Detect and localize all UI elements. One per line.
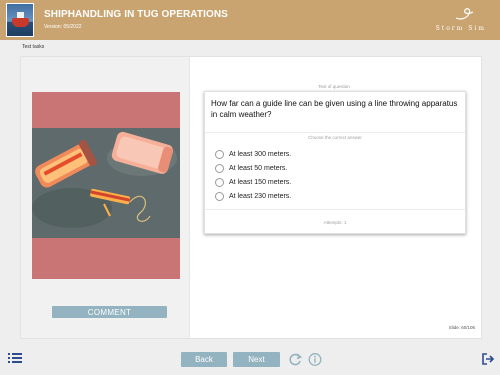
back-button[interactable]: Back xyxy=(181,352,227,367)
answer-option-4[interactable]: At least 230 meters. xyxy=(215,191,291,201)
line-throwing-apparatus-photo xyxy=(32,92,180,279)
comment-button[interactable]: COMMENT xyxy=(52,306,167,318)
answer-option-label: At least 150 meters. xyxy=(229,178,292,186)
app-header: SHIPHANDLING IN TUG OPERATIONS Version: … xyxy=(0,0,500,40)
slide-counter: Slide: 60/106 xyxy=(448,325,475,330)
brand-wave-icon xyxy=(455,8,474,20)
radio-button[interactable] xyxy=(215,149,224,159)
reload-icon[interactable] xyxy=(288,352,302,367)
slide-card: COMMENT Text of question How far can a g… xyxy=(20,56,482,339)
next-button[interactable]: Next xyxy=(233,352,280,367)
answer-option-label: At least 230 meters. xyxy=(229,192,292,200)
answer-option-label: At least 50 meters. xyxy=(229,164,288,172)
attempts-counter: Attempts: 1 xyxy=(205,209,465,235)
question-box: How far can a guide line can be given us… xyxy=(204,91,466,234)
media-panel: COMMENT xyxy=(21,57,190,338)
question-section-label: Text of question xyxy=(318,84,350,89)
answer-option-label: At least 300 meters. xyxy=(229,150,292,158)
list-menu-icon[interactable] xyxy=(8,353,22,363)
breadcrumb: Test tasks xyxy=(22,44,45,50)
info-icon[interactable] xyxy=(308,352,322,367)
brand-name: Storm Sim xyxy=(435,25,486,32)
answer-option-1[interactable]: At least 300 meters. xyxy=(215,149,291,159)
answer-option-2[interactable]: At least 50 meters. xyxy=(215,163,287,173)
course-version: Version: 05/2022 xyxy=(44,24,82,30)
question-text: How far can a guide line can be given us… xyxy=(211,99,458,119)
answer-instruction: Choose the correct answer xyxy=(205,132,465,140)
course-title: SHIPHANDLING IN TUG OPERATIONS xyxy=(44,9,228,20)
radio-button[interactable] xyxy=(215,177,224,187)
radio-button[interactable] xyxy=(215,191,224,201)
exit-icon[interactable] xyxy=(482,353,494,365)
tugboat-logo xyxy=(6,3,34,37)
radio-button[interactable] xyxy=(215,163,224,173)
answer-option-3[interactable]: At least 150 meters. xyxy=(215,177,291,187)
